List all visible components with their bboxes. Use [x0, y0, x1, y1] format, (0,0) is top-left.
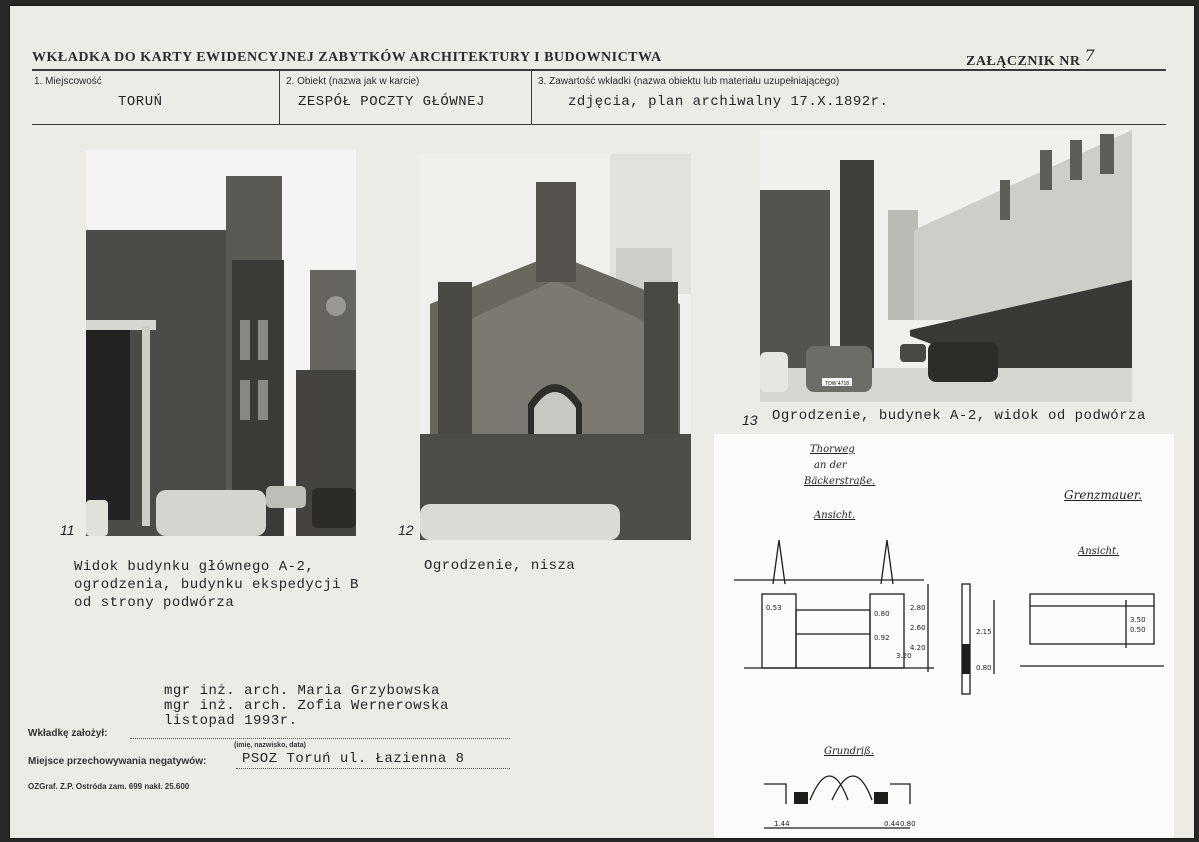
photo-13-caption: Ogrodzenie, budynek A-2, widok od podwór… [772, 408, 1146, 424]
photo-12-number: 12 [398, 522, 414, 538]
printer-note: OZGraf. Z.P. Ostróda zam. 699 nakł. 25.6… [28, 782, 190, 791]
header-rule-bottom [32, 124, 1166, 125]
drawing-plan: Grundriß. [824, 746, 874, 757]
plan-dim-5: 4.20 [910, 644, 926, 652]
plan-dim-3: 2.60 [910, 624, 926, 632]
storage-label: Miejsce przechowywania negatywów: [28, 756, 207, 767]
plan-dim-2: 0.80 [874, 610, 890, 618]
plan-dim-6: 3.20 [896, 652, 912, 660]
record-card: WKŁADKA DO KARTY EWIDENCYJNEJ ZABYTKÓW A… [10, 6, 1194, 838]
plan-dim-13: 3.50 [1130, 616, 1146, 624]
photo-13-number: 13 [742, 412, 758, 428]
plan-dim-0: 0.53 [766, 604, 782, 612]
field-2-value: ZESPÓŁ POCZTY GŁÓWNEJ [298, 94, 485, 110]
field-1-label: 1. Miejscowość [34, 76, 102, 87]
photo-12 [420, 154, 691, 540]
plan-dim-9: 1.44 [774, 820, 790, 828]
plan-dim-10: 0.44 [884, 820, 900, 828]
drawing-left-view: Ansicht. [814, 510, 856, 521]
plate-text: TOW 4718 [825, 381, 849, 387]
plan-dim-12: 0.50 [1130, 626, 1146, 634]
plan-dim-1: 2.80 [910, 604, 926, 612]
photo-12-image [420, 154, 691, 540]
photo-13-image: TOW 4718 [760, 130, 1132, 402]
photo-11 [86, 150, 356, 536]
archival-plan: 0.53 2.80 0.80 2.60 0.92 4.20 3.20 2.15 … [714, 434, 1174, 838]
storage-line [236, 768, 510, 769]
drawing-title-3: Bäckerstraße. [804, 476, 876, 487]
drawing-right-title: Grenzmauer. [1064, 488, 1143, 502]
plan-dim-4: 0.92 [874, 634, 890, 642]
header-rule-top [32, 69, 1166, 71]
attachment-number: 7 [1084, 46, 1096, 65]
drawing-title-2: an der [814, 460, 847, 471]
photo-11-number: 11 [60, 522, 75, 538]
plan-dim-8: 0.80 [976, 664, 992, 672]
made-by-sub: (imię, nazwisko, data) [234, 742, 306, 749]
photo-11-caption: Widok budynku głównego A-2, ogrodzenia, … [74, 559, 359, 611]
field-3-label: 3. Zawartość wkładki (nazwa obiektu lub … [538, 76, 840, 87]
photo-12-caption: Ogrodzenie, nisza [424, 558, 576, 574]
photo-11-image [86, 150, 356, 536]
photo-13: TOW 4718 [760, 130, 1132, 402]
storage-value: PSOZ Toruń ul. Łazienna 8 [242, 751, 465, 767]
authors: mgr inż. arch. Maria Grzybowska mgr inż.… [164, 683, 449, 729]
made-by-line [130, 738, 510, 739]
field-divider-1 [279, 71, 280, 124]
plan-dim-11: 0.80 [900, 820, 916, 828]
made-by-label: Wkładkę założył: [28, 728, 108, 739]
drawing-right-view: Ansicht. [1078, 546, 1120, 557]
field-divider-2 [531, 71, 532, 124]
attachment-label: ZAŁĄCZNIK NR 7 [966, 46, 1095, 70]
card-title: WKŁADKA DO KARTY EWIDENCYJNEJ ZABYTKÓW A… [32, 50, 662, 65]
attachment-label-text: ZAŁĄCZNIK NR [966, 54, 1081, 69]
field-2-label: 2. Obiekt (nazwa jak w karcie) [286, 76, 420, 87]
field-3-value: zdjęcia, plan archiwalny 17.X.1892r. [568, 94, 889, 110]
plan-dim-7: 2.15 [976, 628, 992, 636]
field-1-value: TORUŃ [118, 94, 163, 110]
drawing-title-1: Thorweg [810, 444, 855, 455]
